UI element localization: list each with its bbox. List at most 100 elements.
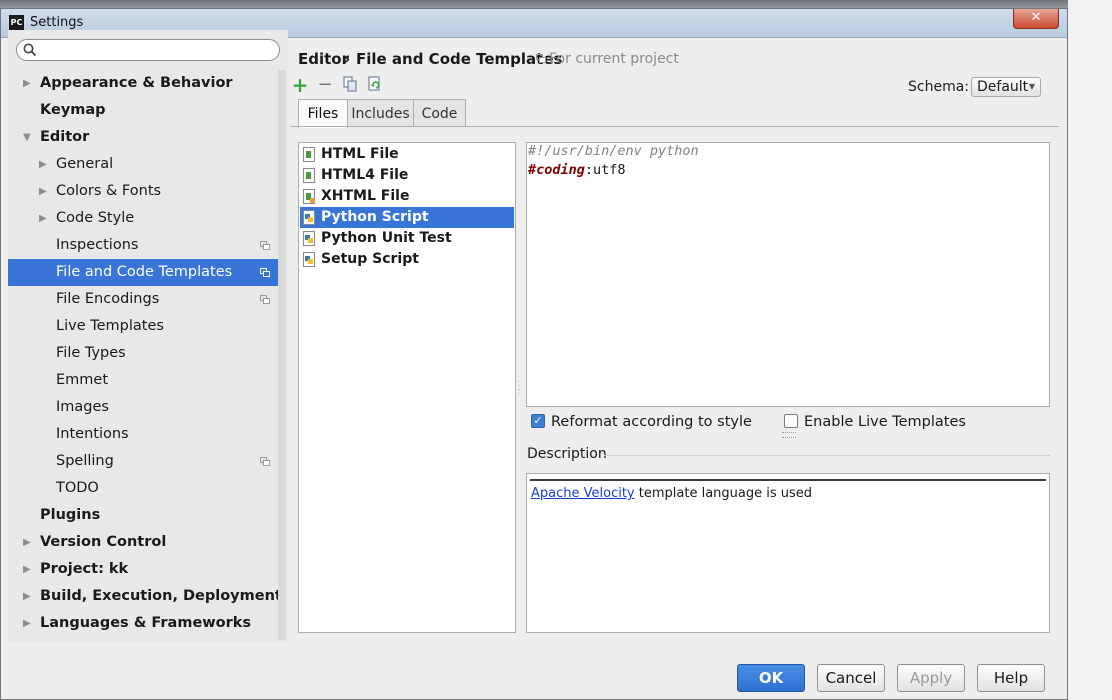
editor-line-1: #!/usr/bin/env python <box>528 143 699 159</box>
window-title: Settings <box>30 15 84 30</box>
tree-item-file-encodings[interactable]: File Encodings <box>8 286 278 313</box>
tree-item-label: TODO <box>56 480 99 496</box>
reformat-label: Reformat according to style <box>551 414 752 430</box>
tree-item-label: Code Style <box>56 210 135 226</box>
editor-value: :utf8 <box>584 162 626 178</box>
breadcrumb-separator: › <box>344 50 351 68</box>
page-title: File and Code Templates <box>356 50 563 68</box>
tab-code[interactable]: Code <box>413 99 466 127</box>
expand-right-icon[interactable]: ▶ <box>23 583 33 610</box>
expand-right-icon[interactable]: ▶ <box>39 205 49 232</box>
tab-files[interactable]: Files <box>298 99 348 128</box>
reset-icon <box>368 76 380 91</box>
template-editor[interactable]: #!/usr/bin/env python #coding:utf8 <box>526 142 1050 407</box>
horizontal-splitter-handle[interactable] <box>782 432 796 438</box>
editor-keyword: #coding <box>528 162 585 178</box>
description-heading: Description <box>527 446 607 462</box>
tree-item-file-types[interactable]: File Types <box>8 340 278 367</box>
live-templates-checkbox[interactable] <box>784 414 798 428</box>
tree-item-label: Inspections <box>56 237 139 253</box>
tree-item-keymap[interactable]: Keymap <box>8 97 278 124</box>
tree-item-label: Editor <box>40 129 90 145</box>
tree-item-todo[interactable]: TODO <box>8 475 278 502</box>
apache-velocity-link[interactable]: Apache Velocity <box>531 486 635 501</box>
app-icon: PC <box>9 15 24 30</box>
expand-right-icon[interactable]: ▶ <box>23 610 33 637</box>
search-box[interactable] <box>16 39 280 61</box>
ok-button[interactable]: OK <box>737 664 805 692</box>
template-item-html4-file[interactable]: HTML4 File <box>300 165 514 186</box>
python-file-icon <box>303 252 315 267</box>
settings-navigation: ▶ Appearance & Behavior Keymap ▼ Editor ▶ Gene… <box>8 30 288 642</box>
tree-item-appearance-behavior[interactable]: ▶ Appearance & Behavior <box>8 70 278 97</box>
template-item-xhtml-file[interactable]: XHTML File <box>300 186 514 207</box>
tree-item-label: Images <box>56 399 109 415</box>
html-file-icon <box>303 147 315 162</box>
tree-scrollbar[interactable] <box>278 70 286 640</box>
tree-item-editor[interactable]: ▼ Editor <box>8 124 278 151</box>
description-rule <box>530 479 1046 481</box>
copy-template-button[interactable] <box>341 76 359 94</box>
python-file-icon <box>303 231 315 246</box>
tree-item-emmet[interactable]: Emmet <box>8 367 278 394</box>
tree-item-label: Appearance & Behavior <box>40 75 233 91</box>
template-name: Setup Script <box>321 251 419 267</box>
schema-dropdown[interactable]: Default ▼ <box>971 77 1041 97</box>
expand-right-icon[interactable]: ▶ <box>23 529 33 556</box>
expand-right-icon[interactable]: ▶ <box>23 556 33 583</box>
tree-item-label: Keymap <box>40 102 106 118</box>
tree-item-label: File Types <box>56 345 126 361</box>
tree-item-inspections[interactable]: Inspections <box>8 232 278 259</box>
project-scope-icon <box>536 54 546 63</box>
tab-divider <box>290 126 1059 127</box>
close-button[interactable]: ✕ <box>1013 9 1059 29</box>
apply-button[interactable]: Apply <box>897 664 965 692</box>
tree-item-colors-fonts[interactable]: ▶ Colors & Fonts <box>8 178 278 205</box>
tree-item-build-execution-deployment[interactable]: ▶ Build, Execution, Deployment <box>8 583 282 610</box>
template-item-python-script[interactable]: Python Script <box>300 207 514 228</box>
tab-includes[interactable]: Includes <box>347 99 414 127</box>
tree-item-images[interactable]: Images <box>8 394 278 421</box>
template-list: HTML File HTML4 File XHTML File Python Scri… <box>298 142 516 633</box>
reformat-checkbox[interactable]: ✓ <box>531 414 545 428</box>
tree-item-file-and-code-templates[interactable]: File and Code Templates <box>8 259 278 286</box>
tree-item-general[interactable]: ▶ General <box>8 151 278 178</box>
chevron-down-icon: ▼ <box>1028 82 1035 91</box>
add-template-button[interactable]: + <box>291 75 309 95</box>
schema-value: Default <box>977 79 1029 95</box>
template-item-html-file[interactable]: HTML File <box>300 144 514 165</box>
description-panel: Apache Velocity template language is use… <box>526 473 1050 633</box>
tree-item-languages-frameworks[interactable]: ▶ Languages & Frameworks <box>8 610 278 637</box>
tree-item-spelling[interactable]: Spelling <box>8 448 278 475</box>
expand-right-icon[interactable]: ▶ <box>39 178 49 205</box>
live-templates-label: Enable Live Templates <box>804 414 966 430</box>
tree-item-label: Spelling <box>56 453 114 469</box>
expand-right-icon[interactable]: ▶ <box>39 151 49 178</box>
vertical-splitter-handle[interactable]: · · · · <box>518 379 522 398</box>
desktop-background-right <box>1068 0 1112 700</box>
template-name: XHTML File <box>321 188 410 204</box>
expand-right-icon[interactable]: ▶ <box>23 70 33 97</box>
html-file-icon <box>303 168 315 183</box>
project-scope-icon <box>260 295 270 304</box>
tree-item-version-control[interactable]: ▶ Version Control <box>8 529 278 556</box>
expand-down-icon[interactable]: ▼ <box>23 124 33 151</box>
cancel-button[interactable]: Cancel <box>817 664 885 692</box>
template-item-python-unit-test[interactable]: Python Unit Test <box>300 228 514 249</box>
tree-item-code-style[interactable]: ▶ Code Style <box>8 205 278 232</box>
search-input[interactable] <box>41 42 277 60</box>
tree-item-live-templates[interactable]: Live Templates <box>8 313 278 340</box>
tree-item-intentions[interactable]: Intentions <box>8 421 278 448</box>
tree-item-project-kk[interactable]: ▶ Project: kk <box>8 556 278 583</box>
tree-item-label: Version Control <box>40 534 167 550</box>
template-name: Python Script <box>321 209 429 225</box>
description-divider <box>604 455 1050 456</box>
reset-template-button[interactable] <box>366 76 384 94</box>
template-item-setup-script[interactable]: Setup Script <box>300 249 514 270</box>
remove-template-button[interactable]: − <box>316 76 334 94</box>
help-button[interactable]: Help <box>977 664 1045 692</box>
description-text: Apache Velocity template language is use… <box>531 486 812 501</box>
tree-item-label: Build, Execution, Deployment <box>40 588 282 604</box>
tree-item-label: File and Code Templates <box>56 264 233 280</box>
tree-item-plugins[interactable]: Plugins <box>8 502 278 529</box>
